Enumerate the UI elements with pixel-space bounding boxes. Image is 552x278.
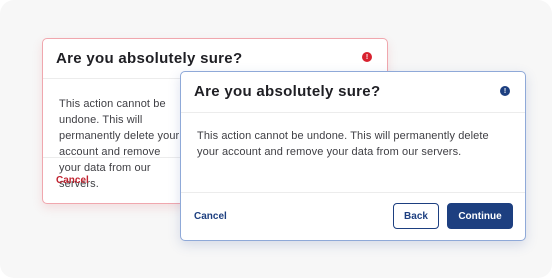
back-button[interactable]: Back xyxy=(393,203,439,229)
alert-icon: ! xyxy=(500,86,510,96)
dialog-title: Are you absolutely sure? xyxy=(56,50,243,67)
primary-confirm-dialog: Are you absolutely sure? ! This action c… xyxy=(180,71,526,241)
dialog-footer: Cancel Back Continue xyxy=(181,192,525,240)
cancel-button[interactable]: Cancel xyxy=(194,211,227,222)
continue-button[interactable]: Continue xyxy=(447,203,513,229)
dialog-header: Are you absolutely sure? ! xyxy=(181,72,525,113)
canvas: Are you absolutely sure? ! This action c… xyxy=(0,0,552,278)
cancel-button[interactable]: Cancel xyxy=(56,175,89,186)
alert-icon: ! xyxy=(362,52,372,62)
dialog-title: Are you absolutely sure? xyxy=(194,83,381,100)
dialog-body: This action cannot be undone. This will … xyxy=(197,130,489,158)
